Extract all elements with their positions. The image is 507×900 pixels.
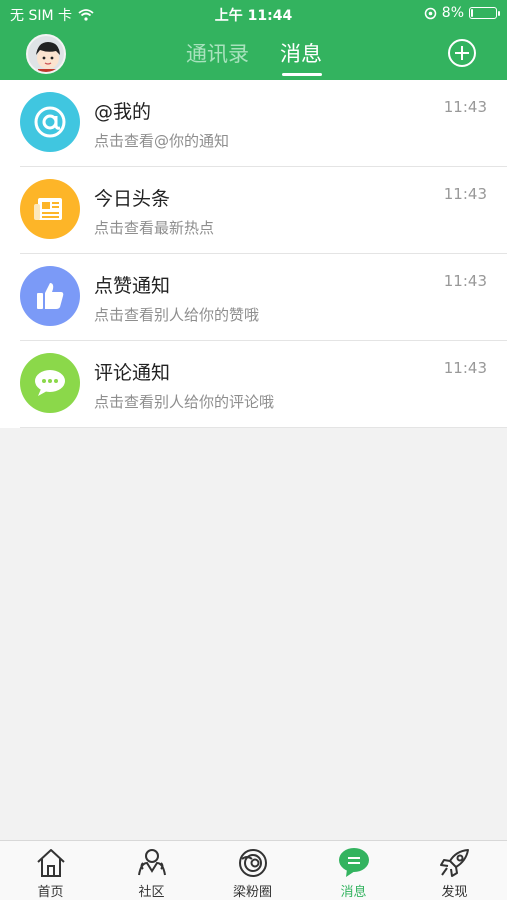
item-time: 11:43 xyxy=(443,359,487,377)
tabbar-label: 首页 xyxy=(37,885,64,900)
item-time: 11:43 xyxy=(443,272,487,290)
item-subtitle: 点击查看最新热点 xyxy=(94,219,215,237)
item-title: 评论通知 xyxy=(94,362,171,384)
list-item-at-me[interactable]: @我的 点击查看@你的通知 11:43 xyxy=(0,80,507,167)
newspaper-icon xyxy=(20,179,80,239)
orientation-lock-icon xyxy=(424,7,437,19)
status-bar: 无 SIM 卡 上午 11:44 8% xyxy=(0,0,507,28)
active-tab-indicator xyxy=(282,73,322,76)
circle-icon xyxy=(238,849,267,877)
add-button[interactable] xyxy=(448,39,476,67)
item-title: 今日头条 xyxy=(94,188,171,210)
tabbar-label: 发现 xyxy=(441,885,468,900)
tabbar-item-community[interactable]: 社区 xyxy=(101,841,202,900)
header-tabs: 通讯录 消息 xyxy=(0,38,507,78)
tabbar-item-home[interactable]: 首页 xyxy=(0,841,101,900)
at-icon xyxy=(20,92,80,152)
comment-icon xyxy=(20,353,80,413)
list-item-likes[interactable]: 点赞通知 点击查看别人给你的赞哦 11:43 xyxy=(0,254,507,341)
item-subtitle: 点击查看别人给你的评论哦 xyxy=(94,393,275,411)
item-title: @我的 xyxy=(94,101,152,123)
community-icon xyxy=(137,849,166,876)
tabbar-item-messages[interactable]: 消息 xyxy=(303,841,404,900)
item-time: 11:43 xyxy=(443,185,487,203)
list-item-headlines[interactable]: 今日头条 点击查看最新热点 11:43 xyxy=(0,167,507,254)
battery-percent: 8% xyxy=(441,5,464,21)
tabbar-label: 社区 xyxy=(138,885,165,900)
item-title: 点赞通知 xyxy=(94,275,171,297)
thumbs-up-icon xyxy=(20,266,80,326)
tabbar-label: 消息 xyxy=(340,885,367,900)
tabbar-label: 梁粉圈 xyxy=(232,885,272,900)
rocket-icon xyxy=(439,849,469,877)
message-icon xyxy=(338,848,369,877)
tabbar-item-discover[interactable]: 发现 xyxy=(404,841,505,900)
item-subtitle: 点击查看别人给你的赞哦 xyxy=(94,306,260,324)
divider xyxy=(20,427,507,428)
list-item-comments[interactable]: 评论通知 点击查看别人给你的评论哦 11:43 xyxy=(0,341,507,428)
header: 无 SIM 卡 上午 11:44 8% 通讯录 消息 xyxy=(0,0,507,80)
bottom-tabbar: 首页 社区 梁粉圈 消息 发现 xyxy=(0,840,507,900)
tabbar-item-fan-circle[interactable]: 梁粉圈 xyxy=(202,841,303,900)
message-list: @我的 点击查看@你的通知 11:43 今日头条 点击查看最新热点 11:43 xyxy=(0,80,507,428)
home-icon xyxy=(36,849,65,877)
item-time: 11:43 xyxy=(443,98,487,116)
tab-contacts[interactable]: 通讯录 xyxy=(186,38,249,68)
battery-icon xyxy=(469,7,500,19)
item-subtitle: 点击查看@你的通知 xyxy=(94,132,230,150)
tab-messages[interactable]: 消息 xyxy=(280,38,322,68)
